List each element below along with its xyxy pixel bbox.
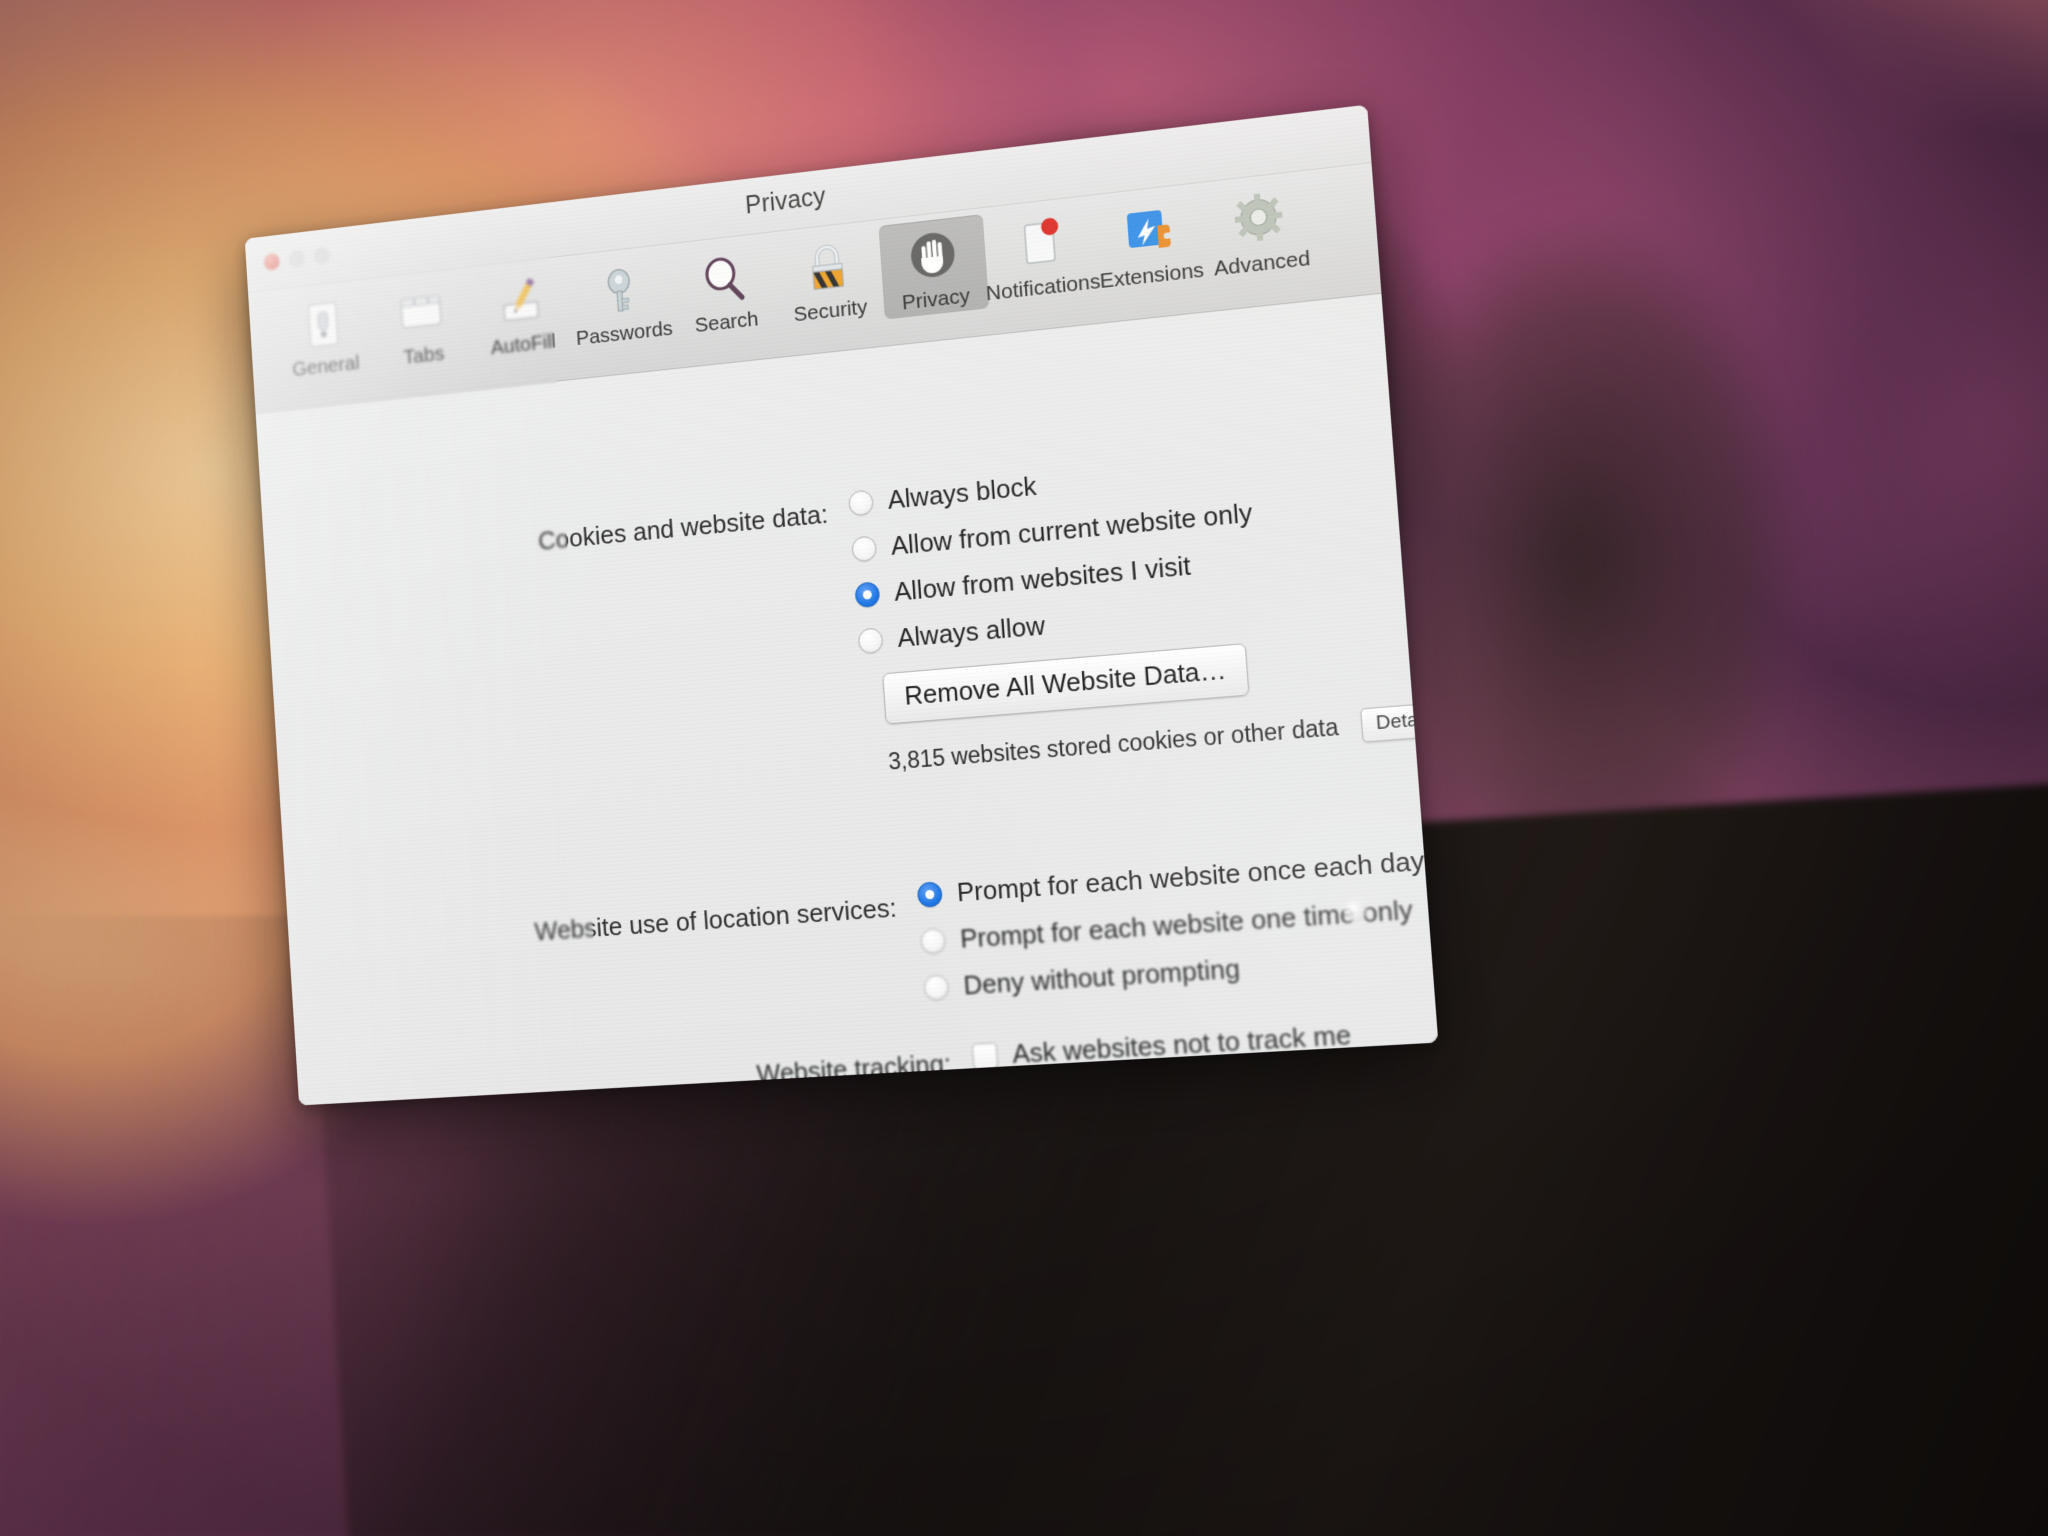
location-services-label: Website use of location services:: [533, 892, 898, 947]
toolbar-label-advanced: Advanced: [1213, 246, 1312, 281]
advanced-gear-icon: [1226, 185, 1292, 253]
toolbar-item-advanced[interactable]: Advanced: [1202, 176, 1318, 284]
toolbar-label-notifications: Notifications: [985, 269, 1102, 306]
location-option-label: Deny without prompting: [962, 952, 1241, 1001]
toolbar-item-extensions[interactable]: Extensions: [1092, 189, 1206, 296]
toolbar-label-search: Search: [694, 307, 760, 338]
cookies-radio-group: Always block Allow from current website …: [847, 442, 1261, 664]
toolbar-label-extensions: Extensions: [1098, 258, 1205, 294]
toolbar-label-privacy: Privacy: [901, 284, 971, 315]
radio-indicator[interactable]: [923, 973, 950, 1001]
websites-stored-note: 3,815 websites stored cookies or other d…: [887, 713, 1340, 775]
privacy-hand-icon: [901, 223, 964, 289]
toolbar-item-passwords[interactable]: Passwords: [569, 250, 675, 353]
security-padlock-icon: [796, 235, 858, 301]
toolbar-item-general[interactable]: General: [273, 285, 374, 385]
toolbar-label-passwords: Passwords: [575, 316, 674, 351]
autofill-icon: [491, 270, 550, 334]
details-button[interactable]: Details…: [1360, 699, 1439, 743]
toolbar-item-search[interactable]: Search: [671, 238, 778, 342]
radio-indicator[interactable]: [847, 488, 875, 517]
cookies-option-label: Always block: [886, 470, 1038, 515]
tabs-icon: [392, 282, 451, 346]
toolbar-label-security: Security: [792, 295, 869, 327]
toolbar-label-autofill: AutoFill: [490, 329, 557, 360]
cookies-label-wrap: Cookies and website data:: [264, 499, 829, 583]
window-perspective-wrapper: Privacy General Tabs AutoFill Passwords …: [244, 104, 1439, 1106]
radio-indicator-selected[interactable]: [916, 880, 944, 908]
extensions-puzzle-icon: [1116, 198, 1181, 266]
tracking-label-wrap: Website tracking:: [298, 1048, 953, 1105]
radio-indicator-selected[interactable]: [854, 580, 881, 608]
radio-indicator[interactable]: [857, 626, 884, 654]
toolbar-item-tabs[interactable]: Tabs: [371, 273, 474, 374]
privacy-pane: Cookies and website data: Always block A…: [255, 293, 1439, 1106]
toolbar-item-autofill[interactable]: AutoFill: [469, 262, 573, 364]
radio-indicator[interactable]: [851, 534, 878, 562]
ask-not-to-track-row[interactable]: Ask websites not to track me: [971, 1011, 1353, 1080]
safari-preferences-window: Privacy General Tabs AutoFill Passwords …: [244, 104, 1439, 1106]
location-label-wrap: Website use of location services:: [288, 892, 898, 963]
general-icon: [294, 293, 352, 356]
website-tracking-label: Website tracking:: [755, 1048, 953, 1090]
toolbar-item-security[interactable]: Security: [774, 226, 883, 331]
cookies-label: Cookies and website data:: [537, 498, 829, 556]
toolbar-item-notifications[interactable]: Notifications: [985, 202, 1102, 308]
cookies-option-label: Always allow: [896, 609, 1046, 653]
radio-indicator[interactable]: [919, 927, 947, 954]
toolbar-label-general: General: [291, 351, 361, 381]
passwords-key-icon: [591, 259, 651, 324]
ask-websites-not-to-track-checkbox[interactable]: [971, 1041, 999, 1069]
toolbar-label-tabs: Tabs: [402, 342, 445, 369]
notifications-icon: [1008, 210, 1072, 277]
scene: Privacy General Tabs AutoFill Passwords …: [0, 0, 2048, 1536]
tracking-checkbox-row[interactable]: Ask websites not to track me: [971, 1011, 1353, 1080]
toolbar-item-privacy[interactable]: Privacy: [878, 214, 990, 320]
location-radio-group: Prompt for each website once each day Pr…: [916, 837, 1433, 1011]
ask-websites-not-to-track-label: Ask websites not to track me: [1011, 1018, 1353, 1069]
search-magnifier-icon: [693, 247, 754, 312]
